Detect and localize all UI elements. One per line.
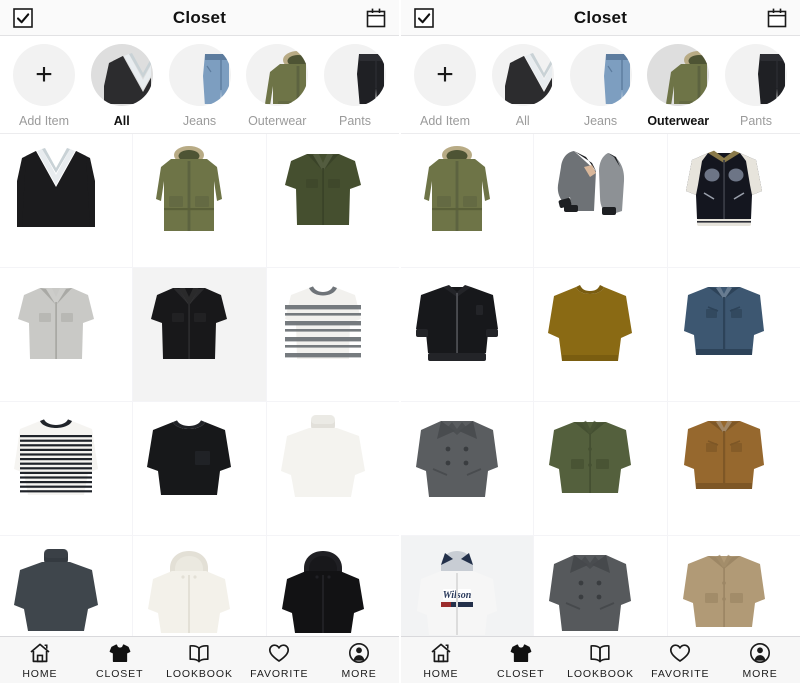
plus-glyph: + — [35, 58, 53, 91]
tab-home[interactable]: HOME — [1, 641, 79, 680]
tab-more[interactable]: MORE — [320, 641, 398, 680]
tab-more[interactable]: MORE — [721, 641, 799, 680]
category-add-item[interactable]: + Add Item — [407, 44, 483, 128]
tab-favorite[interactable]: FAVORITE — [641, 641, 719, 680]
closet-item-navy-souvenir-jacket[interactable] — [667, 134, 800, 267]
closet-item-grid[interactable]: Wilson — [401, 134, 800, 683]
closet-item-striped-long-sleeve-tee[interactable] — [0, 402, 133, 535]
category-label: Pants — [339, 114, 371, 128]
category-label: All — [113, 114, 130, 128]
pants-icon[interactable] — [725, 44, 787, 106]
dual-screenshot: Closet + Add Item All Jeans Outerwear Pants HOM… — [0, 0, 800, 683]
heart-icon — [267, 641, 291, 665]
closet-item-black-three-quarter-sleeve-tee[interactable] — [133, 402, 266, 535]
person-circle-icon — [347, 641, 371, 665]
calendar-icon[interactable] — [766, 7, 788, 29]
closet-item-olive-military-shirt-jacket[interactable] — [534, 402, 667, 535]
bottom-tab-bar: HOME CLOSET LOOKBOOK FAVORITE MORE — [401, 636, 800, 683]
category-add-item[interactable]: + Add Item — [6, 44, 82, 128]
category-pants[interactable]: Pants — [718, 44, 794, 128]
parka-icon[interactable] — [246, 44, 309, 106]
category-label: Pants — [740, 114, 772, 128]
category-all[interactable]: All — [84, 44, 160, 128]
home-icon — [429, 641, 453, 665]
tab-closet[interactable]: CLOSET — [81, 641, 159, 680]
closet-item-grey-printed-short-sleeve-shirt[interactable] — [0, 268, 133, 401]
closet-item-black-open-collar-shirt[interactable] — [133, 268, 266, 401]
category-label: Outerwear — [647, 114, 710, 128]
calendar-icon[interactable] — [365, 7, 387, 29]
tab-label: LOOKBOOK — [166, 667, 233, 680]
tab-label: FAVORITE — [651, 667, 710, 680]
page-title: Closet — [172, 7, 227, 27]
category-all[interactable]: All — [485, 44, 561, 128]
tab-label: LOOKBOOK — [567, 667, 634, 680]
closet-item-olive-short-sleeve-work-shirt[interactable] — [266, 134, 399, 267]
jeans-icon[interactable] — [569, 44, 632, 106]
pants-icon[interactable] — [324, 44, 386, 106]
category-pants[interactable]: Pants — [317, 44, 393, 128]
category-outerwear[interactable]: Outerwear — [640, 44, 716, 128]
tab-label: MORE — [341, 667, 377, 680]
closet-item-olive-hooded-parka[interactable] — [133, 134, 266, 267]
checkbox-check-icon[interactable] — [413, 7, 435, 29]
category-label: Add Item — [18, 114, 70, 128]
vest-icon[interactable] — [90, 44, 153, 106]
closet-item-mustard-crewneck-sweater[interactable] — [534, 268, 667, 401]
person-circle-icon — [748, 641, 772, 665]
category-label: Outerwear — [248, 114, 307, 128]
category-jeans[interactable]: Jeans — [563, 44, 639, 128]
tab-label: HOME — [22, 667, 58, 680]
tab-label: HOME — [423, 667, 459, 680]
heart-icon — [668, 641, 692, 665]
checkbox-check-icon[interactable] — [12, 7, 34, 29]
phone-screen-closet-all: Closet + Add Item All Jeans Outerwear Pants HOM… — [0, 0, 399, 683]
category-jeans[interactable]: Jeans — [162, 44, 238, 128]
page-title: Closet — [573, 7, 628, 27]
closet-item-grey-striped-tee[interactable] — [266, 268, 399, 401]
plus-glyph: + — [436, 58, 454, 91]
category-label: Jeans — [583, 114, 618, 128]
tshirt-icon — [509, 641, 533, 665]
closet-item-brown-suede-trucker-jacket[interactable] — [667, 402, 800, 535]
closet-item-black-knit-vest[interactable] — [0, 134, 133, 267]
plus-icon[interactable]: + — [414, 44, 476, 106]
home-icon — [28, 641, 52, 665]
tab-label: CLOSET — [95, 667, 144, 680]
tab-label: FAVORITE — [250, 667, 309, 680]
plus-icon[interactable]: + — [13, 44, 75, 106]
category-label: Jeans — [182, 114, 217, 128]
jeans-icon[interactable] — [168, 44, 231, 106]
category-filter-bar: + Add Item All Jeans Outerwear Pants — [0, 36, 399, 134]
tab-label: CLOSET — [496, 667, 545, 680]
tab-home[interactable]: HOME — [402, 641, 480, 680]
tshirt-icon — [108, 641, 132, 665]
vest-icon[interactable] — [491, 44, 554, 106]
tab-closet[interactable]: CLOSET — [482, 641, 560, 680]
category-outerwear[interactable]: Outerwear — [239, 44, 315, 128]
navigation-bar: Closet — [401, 0, 800, 36]
navigation-bar: Closet — [0, 0, 399, 36]
phone-screen-closet-outerwear: Closet + Add Item All Jeans Outerwear Pants Wil… — [401, 0, 800, 683]
bottom-tab-bar: HOME CLOSET LOOKBOOK FAVORITE MORE — [0, 636, 399, 683]
category-label: Add Item — [419, 114, 471, 128]
tab-label: MORE — [742, 667, 778, 680]
tab-lookbook[interactable]: LOOKBOOK — [160, 641, 238, 680]
parka-icon[interactable] — [647, 44, 710, 106]
closet-item-grid[interactable] — [0, 134, 399, 683]
closet-item-grey-double-breasted-peacoat[interactable] — [401, 402, 534, 535]
tab-lookbook[interactable]: LOOKBOOK — [561, 641, 639, 680]
closet-item-grey-bomber-jacket-pair[interactable] — [534, 134, 667, 267]
book-icon — [588, 641, 612, 665]
closet-item-black-ma1-bomber-jacket[interactable] — [401, 268, 534, 401]
category-label: All — [515, 114, 530, 128]
tab-favorite[interactable]: FAVORITE — [240, 641, 318, 680]
category-filter-bar: + Add Item All Jeans Outerwear Pants — [401, 36, 800, 134]
closet-item-white-turtleneck[interactable] — [266, 402, 399, 535]
book-icon — [187, 641, 211, 665]
closet-item-olive-hooded-parka[interactable] — [401, 134, 534, 267]
closet-item-denim-trucker-jacket[interactable] — [667, 268, 800, 401]
